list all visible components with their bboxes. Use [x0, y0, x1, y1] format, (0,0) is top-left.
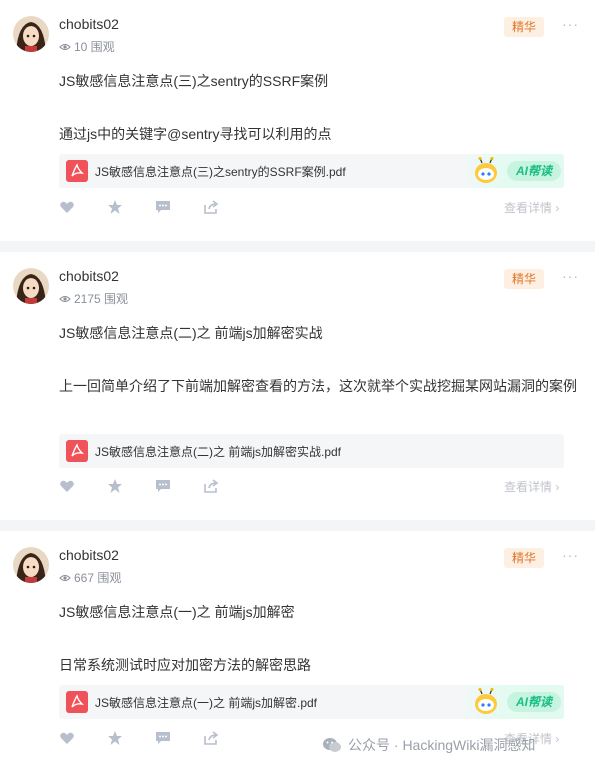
wechat-watermark: 公众号 · HackingWiki漏洞感知	[322, 735, 535, 755]
username[interactable]: chobits02	[59, 16, 119, 32]
view-details-label: 查看详情	[504, 480, 553, 494]
pdf-icon	[66, 160, 88, 182]
action-bar: 查看详情 ›	[0, 199, 595, 219]
like-icon[interactable]	[59, 478, 75, 494]
ai-read-button[interactable]: AI帮读	[507, 161, 561, 181]
view-details-link[interactable]: 查看详情 ›	[504, 199, 559, 216]
featured-badge: 精华	[504, 269, 544, 289]
ai-read-button[interactable]: AI帮读	[507, 692, 561, 712]
eye-icon	[59, 43, 71, 50]
post-title[interactable]: JS敏感信息注意点(二)之 前端js加解密实战	[59, 323, 323, 343]
post-card: chobits02 2175 围观 精华 ··· JS敏感信息注意点(二)之 前…	[0, 252, 595, 520]
star-icon[interactable]	[107, 199, 123, 215]
comment-icon[interactable]	[155, 478, 171, 494]
view-count: 10 围观	[59, 38, 115, 55]
avatar[interactable]	[13, 268, 49, 304]
view-count-text: 667 围观	[74, 571, 122, 585]
view-details-label: 查看详情	[504, 201, 553, 215]
view-count: 2175 围观	[59, 290, 128, 307]
post-title[interactable]: JS敏感信息注意点(三)之sentry的SSRF案例	[59, 71, 328, 91]
post-title[interactable]: JS敏感信息注意点(一)之 前端js加解密	[59, 602, 295, 622]
avatar[interactable]	[13, 16, 49, 52]
featured-badge: 精华	[504, 548, 544, 568]
comment-icon[interactable]	[155, 199, 171, 215]
more-icon[interactable]: ···	[562, 268, 579, 284]
like-icon[interactable]	[59, 199, 75, 215]
attachment-name: JS敏感信息注意点(二)之 前端js加解密实战.pdf	[95, 445, 342, 459]
view-count-text: 10 围观	[74, 40, 115, 54]
robot-icon	[475, 688, 497, 714]
pdf-icon	[66, 440, 88, 462]
star-icon[interactable]	[107, 478, 123, 494]
featured-badge: 精华	[504, 17, 544, 37]
pdf-attachment[interactable]: JS敏感信息注意点(三)之sentry的SSRF案例.pdf AI帮读	[59, 154, 564, 188]
username[interactable]: chobits02	[59, 268, 119, 284]
pdf-attachment[interactable]: JS敏感信息注意点(一)之 前端js加解密.pdf AI帮读	[59, 685, 564, 719]
view-details-link[interactable]: 查看详情 ›	[504, 478, 559, 495]
share-icon[interactable]	[203, 478, 219, 494]
eye-icon	[59, 574, 71, 581]
pdf-attachment[interactable]: JS敏感信息注意点(二)之 前端js加解密实战.pdf	[59, 434, 564, 468]
ai-reader: AI帮读	[457, 154, 564, 188]
post-card: chobits02 10 围观 精华 ··· JS敏感信息注意点(三)之sent…	[0, 0, 595, 241]
robot-icon	[475, 157, 497, 183]
wechat-icon	[323, 738, 341, 752]
watermark-text: 公众号 · HackingWiki漏洞感知	[348, 737, 536, 753]
action-bar: 查看详情 ›	[0, 478, 595, 498]
view-count: 667 围观	[59, 569, 121, 586]
attachment-name: JS敏感信息注意点(三)之sentry的SSRF案例.pdf	[95, 165, 346, 179]
pdf-icon	[66, 691, 88, 713]
comment-icon[interactable]	[155, 730, 171, 746]
eye-icon	[59, 295, 71, 302]
avatar[interactable]	[13, 547, 49, 583]
more-icon[interactable]: ···	[562, 16, 579, 32]
view-count-text: 2175 围观	[74, 292, 129, 306]
share-icon[interactable]	[203, 730, 219, 746]
post-description: 通过js中的关键字@sentry寻找可以利用的点	[59, 126, 332, 142]
attachment-name: JS敏感信息注意点(一)之 前端js加解密.pdf	[95, 696, 318, 710]
more-icon[interactable]: ···	[562, 547, 579, 563]
ai-reader: AI帮读	[457, 685, 564, 719]
post-card: chobits02 667 围观 精华 ··· JS敏感信息注意点(一)之 前端…	[0, 531, 595, 767]
post-description: 上一回简单介绍了下前端加解密查看的方法，这次就举个实战挖掘某网站漏洞的案例	[59, 378, 577, 394]
star-icon[interactable]	[107, 730, 123, 746]
username[interactable]: chobits02	[59, 547, 119, 563]
post-description: 日常系统测试时应对加密方法的解密思路	[59, 657, 311, 673]
share-icon[interactable]	[203, 199, 219, 215]
like-icon[interactable]	[59, 730, 75, 746]
